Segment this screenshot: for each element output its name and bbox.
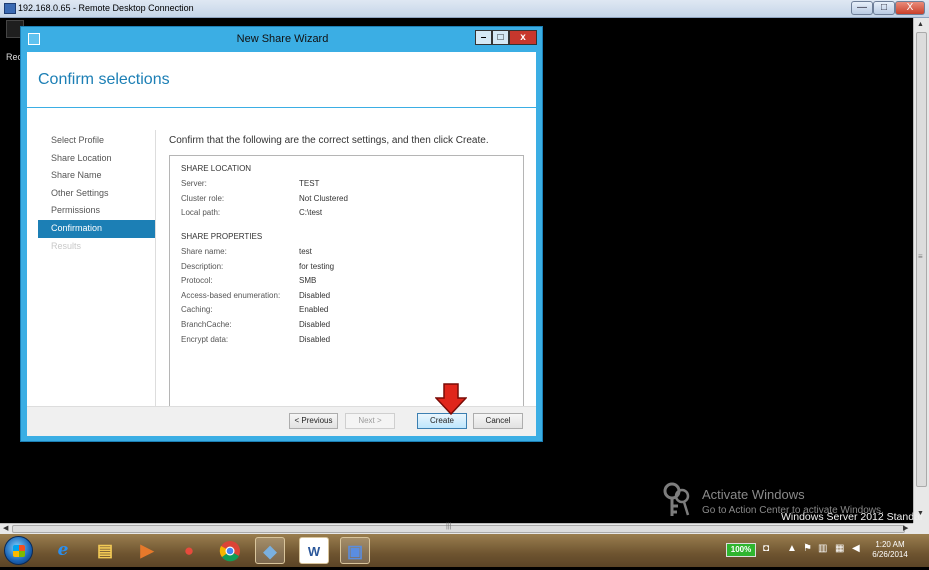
vertical-scrollbar[interactable]: ▲ ≡ ▼ [913,18,929,523]
nav-step-confirmation[interactable]: Confirmation [38,219,155,238]
explorer-icon[interactable]: ▤ [90,537,120,564]
wizard-body: Confirm selections Select Profile Share … [27,52,536,436]
instruction-text: Confirm that the following are the corre… [169,135,489,146]
scroll-right-icon[interactable]: ▶ [903,524,908,532]
summary-value: C:\test [299,208,323,217]
chrome-icon[interactable] [215,537,245,564]
nav-step-share-name[interactable]: Share Name [38,167,155,185]
windows-edition-label: Windows Server 2012 Standar [781,511,924,523]
nav-step-other-settings[interactable]: Other Settings [38,185,155,203]
summary-value: test [299,247,312,256]
app-icon[interactable]: ● [174,537,204,564]
summary-value: Disabled [299,335,331,344]
power-icon[interactable]: ◘ [763,543,769,554]
summary-label: Cluster role: [181,194,225,203]
nav-step-permissions[interactable]: Permissions [38,202,155,220]
word-icon[interactable]: W [299,537,329,564]
clock-date: 6/26/2014 [872,550,908,559]
wizard-minimize-button[interactable]: – [475,30,492,45]
settings-summary: SHARE LOCATION Server: TEST Cluster role… [169,155,524,413]
summary-label: Share name: [181,247,227,256]
wizard-step-nav: Select Profile Share Location Share Name… [38,132,155,255]
previous-button[interactable]: < Previous [289,413,338,429]
create-button[interactable]: Create [417,413,467,429]
ie-icon[interactable]: e [48,537,78,564]
start-button[interactable] [4,536,33,565]
show-hidden-icons-icon[interactable]: ▲ [787,543,797,554]
horizontal-scrollbar[interactable]: ◀ ||| ▶ [0,523,913,534]
summary-label: Description: [181,262,224,271]
summary-label: Protocol: [181,276,213,285]
next-button: Next > [345,413,395,429]
summary-value: SMB [299,276,317,285]
rdp-close-button[interactable]: X [895,1,925,15]
summary-label: Encrypt data: [181,335,229,344]
nav-step-results: Results [51,240,82,251]
scroll-up-icon[interactable]: ▲ [917,21,924,28]
remote-desktop-icon [4,3,16,14]
summary-value: Disabled [299,291,331,300]
summary-value: Disabled [299,320,331,329]
media-player-icon[interactable]: ▶ [132,537,162,564]
summary-label: BranchCache: [181,320,232,329]
page-title: Confirm selections [38,71,170,88]
chrome-logo-icon [219,541,240,562]
summary-value: Enabled [299,305,329,314]
rdp-maximize-button[interactable]: □ [873,1,895,15]
cancel-button[interactable]: Cancel [473,413,523,429]
header-divider [27,107,536,108]
scroll-left-icon[interactable]: ◀ [3,524,8,532]
rdp-minimize-button[interactable]: — [851,1,873,15]
rdp-title-bar: 192.168.0.65 - Remote Desktop Connection… [0,0,929,18]
flag-icon[interactable]: ⚑ [803,543,812,554]
battery-indicator[interactable]: 100% [726,543,756,557]
system-clock[interactable]: 1:20 AM 6/26/2014 [872,540,908,560]
summary-label: Access-based enumeration: [181,291,281,300]
summary-value: Not Clustered [299,194,348,203]
wizard-maximize-button[interactable]: □ [492,30,509,45]
summary-value: for testing [299,262,335,271]
wizard-close-button[interactable]: x [509,30,537,45]
grip-icon: ||| [446,523,452,530]
share-location-heading: SHARE LOCATION [181,164,252,173]
network-icon[interactable]: ▦ [835,543,844,554]
horizontal-scroll-thumb[interactable] [12,525,905,533]
nav-step-share-location[interactable]: Share Location [38,150,155,168]
nav-step-select-profile[interactable]: Select Profile [38,132,155,150]
device-icon[interactable]: ▥ [818,543,827,554]
taskbar: e ▤ ▶ ● ◆ W ▣ 100% ◘ ▲ ⚑ ▥ ▦ ◀ 1:20 AM 6… [0,534,929,567]
remote-desktop-icon[interactable]: ▣ [340,537,370,564]
nav-divider [155,130,156,414]
new-share-wizard-window: New Share Wizard – □ x Confirm selection… [20,26,543,442]
windows-logo-icon [13,545,25,557]
summary-label: Caching: [181,305,213,314]
summary-label: Local path: [181,208,221,217]
share-properties-heading: SHARE PROPERTIES [181,232,263,241]
scroll-corner [913,523,929,534]
app-icon[interactable]: ◆ [255,537,285,564]
grip-icon: ≡ [918,252,923,261]
activate-windows-title: Activate Windows [702,487,805,502]
clock-time: 1:20 AM [875,540,905,549]
summary-value: TEST [299,179,320,188]
summary-label: Server: [181,179,207,188]
wizard-title: New Share Wizard [236,33,329,45]
red-arrow-icon [435,383,467,415]
volume-icon[interactable]: ◀ [852,543,860,554]
rdp-window-title: 192.168.0.65 - Remote Desktop Connection [18,3,194,13]
key-icon [663,482,690,516]
